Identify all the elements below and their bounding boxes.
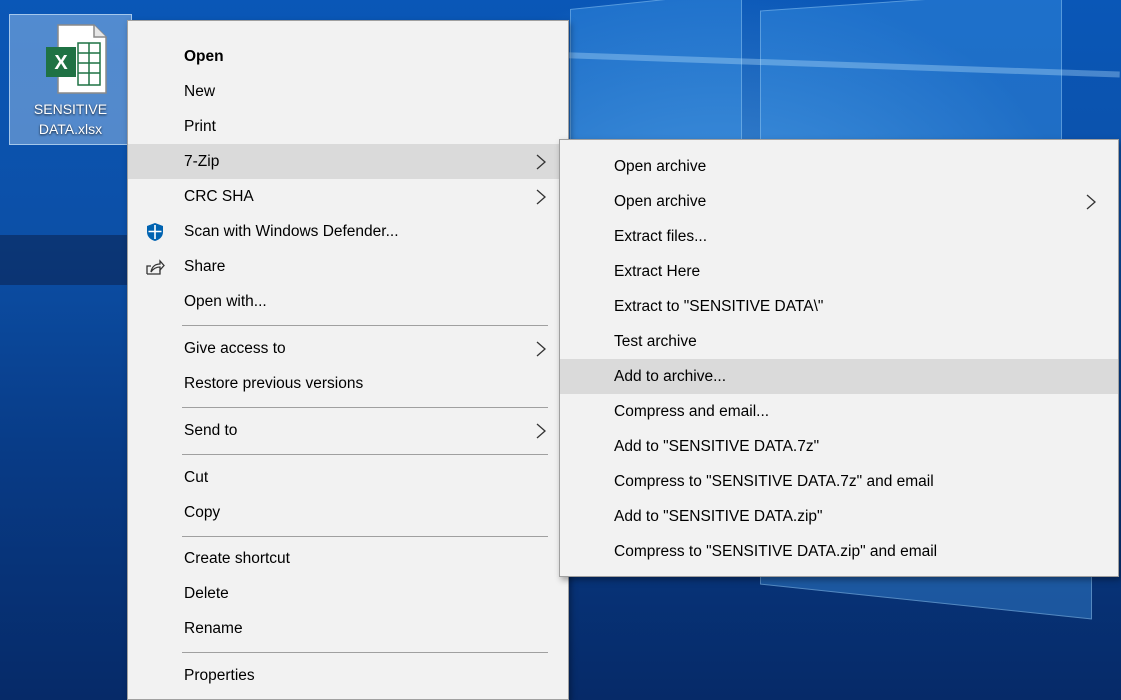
submenu-item-open-archive-more[interactable]: Open archive	[560, 184, 1118, 219]
chevron-right-icon	[536, 423, 546, 439]
submenu-7zip: Open archive Open archive Extract files.…	[559, 139, 1119, 577]
menu-item-label: Restore previous versions	[184, 375, 364, 392]
menu-item-label: Print	[184, 118, 216, 135]
submenu-item-label: Test archive	[614, 333, 697, 350]
submenu-item-extract-files[interactable]: Extract files...	[560, 219, 1118, 254]
menu-separator	[182, 536, 548, 537]
menu-item-label: Open	[184, 48, 224, 65]
menu-item-label: Send to	[184, 422, 238, 439]
submenu-item-label: Add to "SENSITIVE DATA.7z"	[614, 438, 820, 455]
menu-item-scan-defender[interactable]: Scan with Windows Defender...	[128, 214, 568, 249]
menu-item-label: New	[184, 83, 216, 100]
submenu-item-open-archive[interactable]: Open archive	[560, 149, 1118, 184]
menu-item-create-shortcut[interactable]: Create shortcut	[128, 541, 568, 576]
submenu-item-extract-to[interactable]: Extract to "SENSITIVE DATA\"	[560, 289, 1118, 324]
menu-item-label: Create shortcut	[184, 550, 290, 567]
context-menu: Open New Print 7-Zip CRC SHA Scan with W…	[127, 20, 569, 700]
menu-item-label: Rename	[184, 620, 243, 637]
menu-item-open[interactable]: Open	[128, 39, 568, 74]
menu-item-restore-versions[interactable]: Restore previous versions	[128, 366, 568, 401]
share-icon	[146, 259, 165, 275]
menu-item-cut[interactable]: Cut	[128, 460, 568, 495]
menu-item-label: 7-Zip	[184, 153, 220, 170]
submenu-item-add-to-zip[interactable]: Add to "SENSITIVE DATA.zip"	[560, 499, 1118, 534]
desktop-file-icon[interactable]: X SENSITIVE DATA.xlsx	[9, 14, 132, 145]
submenu-item-label: Extract to "SENSITIVE DATA\"	[614, 298, 824, 315]
menu-item-label: Delete	[184, 585, 229, 602]
menu-item-label: Cut	[184, 469, 209, 486]
desktop-file-label: SENSITIVE DATA.xlsx	[10, 99, 131, 139]
submenu-item-label: Compress to "SENSITIVE DATA.zip" and ema…	[614, 543, 938, 560]
menu-item-label: Share	[184, 258, 226, 275]
menu-separator	[182, 652, 548, 653]
submenu-item-label: Add to archive...	[614, 368, 727, 385]
submenu-item-label: Extract files...	[614, 228, 708, 245]
submenu-item-compress-7z-email[interactable]: Compress to "SENSITIVE DATA.7z" and emai…	[560, 464, 1118, 499]
submenu-item-label: Open archive	[614, 158, 707, 175]
desktop-file-label-line2: DATA.xlsx	[38, 121, 103, 137]
chevron-right-icon	[536, 341, 546, 357]
menu-item-properties[interactable]: Properties	[128, 658, 568, 693]
submenu-item-add-to-archive[interactable]: Add to archive...	[560, 359, 1118, 394]
menu-item-print[interactable]: Print	[128, 109, 568, 144]
menu-item-rename[interactable]: Rename	[128, 611, 568, 646]
menu-separator	[182, 407, 548, 408]
submenu-item-label: Compress and email...	[614, 403, 770, 420]
submenu-item-compress-zip-email[interactable]: Compress to "SENSITIVE DATA.zip" and ema…	[560, 534, 1118, 569]
menu-item-label: Properties	[184, 667, 255, 684]
menu-item-label: Copy	[184, 504, 221, 521]
menu-item-copy[interactable]: Copy	[128, 495, 568, 530]
menu-item-label: CRC SHA	[184, 188, 254, 205]
excel-file-icon: X	[46, 24, 107, 94]
menu-item-send-to[interactable]: Send to	[128, 413, 568, 448]
submenu-item-label: Compress to "SENSITIVE DATA.7z" and emai…	[614, 473, 934, 490]
desktop-file-label-line1: SENSITIVE	[33, 101, 108, 117]
chevron-right-icon	[536, 154, 546, 170]
menu-separator	[182, 325, 548, 326]
submenu-item-add-to-7z[interactable]: Add to "SENSITIVE DATA.7z"	[560, 429, 1118, 464]
chevron-right-icon	[1086, 194, 1096, 210]
menu-item-label: Give access to	[184, 340, 286, 357]
windows-defender-icon	[147, 223, 163, 241]
excel-badge: X	[54, 52, 68, 74]
menu-item-7zip[interactable]: 7-Zip	[128, 144, 568, 179]
menu-item-label: Open with...	[184, 293, 267, 310]
menu-item-share[interactable]: Share	[128, 249, 568, 284]
submenu-item-test-archive[interactable]: Test archive	[560, 324, 1118, 359]
menu-item-give-access[interactable]: Give access to	[128, 331, 568, 366]
menu-item-new[interactable]: New	[128, 74, 568, 109]
chevron-right-icon	[536, 189, 546, 205]
submenu-item-compress-email[interactable]: Compress and email...	[560, 394, 1118, 429]
submenu-item-label: Add to "SENSITIVE DATA.zip"	[614, 508, 823, 525]
menu-separator	[182, 454, 548, 455]
menu-item-crc-sha[interactable]: CRC SHA	[128, 179, 568, 214]
menu-item-delete[interactable]: Delete	[128, 576, 568, 611]
submenu-item-label: Open archive	[614, 193, 707, 210]
menu-item-label: Scan with Windows Defender...	[184, 223, 399, 240]
menu-item-open-with[interactable]: Open with...	[128, 284, 568, 319]
submenu-item-extract-here[interactable]: Extract Here	[560, 254, 1118, 289]
submenu-item-label: Extract Here	[614, 263, 701, 280]
